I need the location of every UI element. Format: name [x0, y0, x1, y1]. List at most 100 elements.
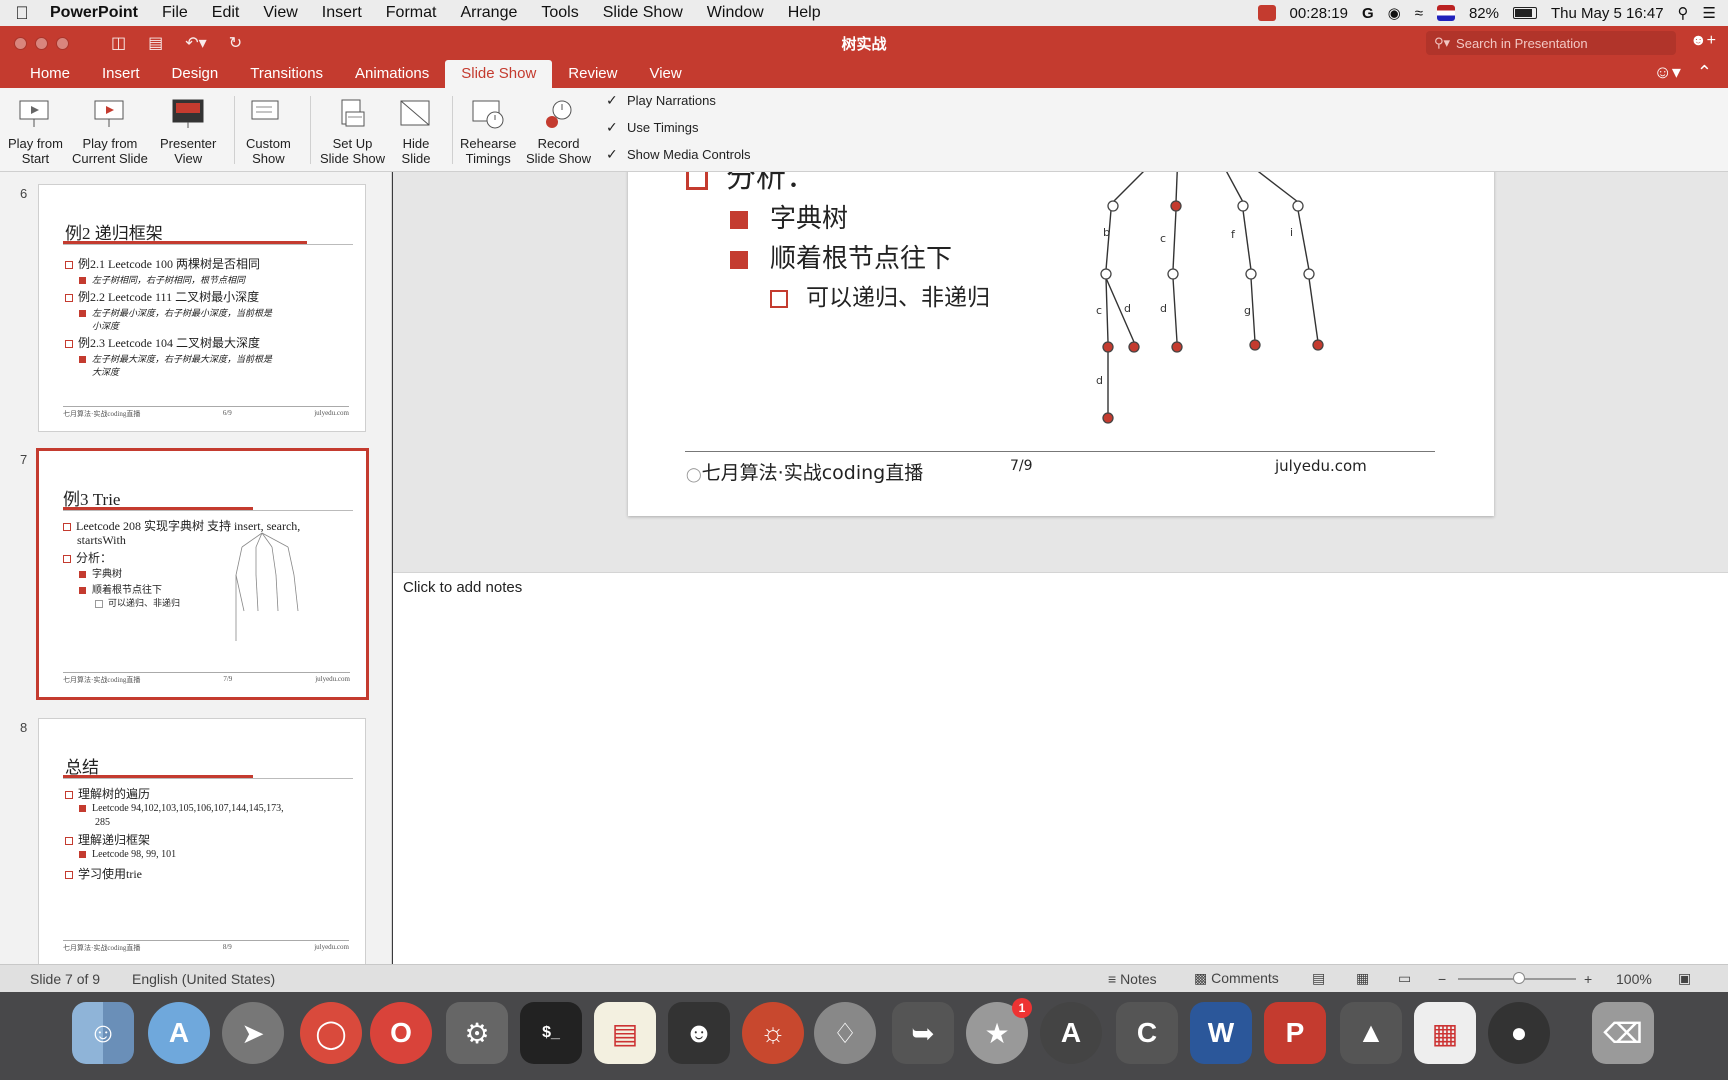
collapse-ribbon-icon[interactable]: ⌃: [1697, 62, 1712, 83]
notes-toggle-button[interactable]: ≡ Notes: [1108, 971, 1157, 987]
preview-icon[interactable]: ➥: [892, 1002, 954, 1064]
app-store-icon[interactable]: A: [148, 1002, 210, 1064]
wechat-icon[interactable]: ♢: [814, 1002, 876, 1064]
zoom-in-button[interactable]: +: [1584, 971, 1592, 987]
tab-insert[interactable]: Insert: [86, 60, 156, 88]
close-window-button[interactable]: [14, 36, 27, 50]
redo-icon[interactable]: ↻: [229, 33, 242, 53]
tab-home[interactable]: Home: [14, 60, 86, 88]
word-icon[interactable]: W: [1190, 1002, 1252, 1064]
comments-toggle-button[interactable]: ▩ Comments: [1194, 970, 1279, 987]
slide-editing-area[interactable]: 分析： 字典树 顺着根节点往下 可以递归、非递归 b c f i c d d g…: [393, 172, 1728, 572]
reading-view-icon[interactable]: ▭: [1398, 970, 1411, 987]
powerpoint-icon[interactable]: P: [1264, 1002, 1326, 1064]
svg-text:f: f: [1231, 228, 1236, 241]
status-app-icon[interactable]: ◉: [1388, 4, 1401, 22]
slide-bullet-2[interactable]: 顺着根节点往下: [730, 238, 952, 275]
slide-thumbnail-6[interactable]: 例2 递归框架 例2.1 Leetcode 100 两棵树是否相同 左子树相同，…: [38, 184, 366, 432]
qq-icon[interactable]: ☻: [668, 1002, 730, 1064]
klokki-icon[interactable]: ▲: [1340, 1002, 1402, 1064]
apple-menu-icon[interactable]: : [0, 3, 44, 24]
undo-icon[interactable]: ↶▾: [185, 33, 206, 53]
menu-insert[interactable]: Insert: [310, 4, 374, 22]
status-bar: Slide 7 of 9 English (United States) ≡ N…: [0, 964, 1728, 992]
menu-slide-show[interactable]: Slide Show: [591, 4, 695, 22]
menubar-clock[interactable]: Thu May 5 16:47: [1551, 5, 1664, 22]
slide-thumbnail-8[interactable]: 总结 理解树的遍历 Leetcode 94,102,103,105,106,10…: [38, 718, 366, 964]
terminal-icon[interactable]: $_: [520, 1002, 582, 1064]
fit-to-window-icon[interactable]: ▣: [1678, 970, 1691, 987]
sidebar-toggle-icon[interactable]: ◫: [111, 33, 126, 53]
thumbnail-footer: 七月算法·实战coding直播 6/9 julyedu.com: [63, 406, 349, 419]
trash-icon[interactable]: ⌫: [1592, 1002, 1654, 1064]
slide-heading[interactable]: 分析：: [686, 172, 816, 196]
play-from-current-button[interactable]: Play from Current Slide: [72, 96, 148, 166]
menu-help[interactable]: Help: [776, 4, 833, 22]
notification-center-icon[interactable]: ☰: [1703, 4, 1716, 22]
feedback-smiley-icon[interactable]: ☺▾: [1653, 62, 1680, 83]
normal-view-icon[interactable]: ▤: [1312, 970, 1325, 987]
tab-slide-show[interactable]: Slide Show: [445, 60, 553, 88]
setup-slideshow-button[interactable]: Set Up Slide Show: [320, 96, 385, 166]
coderunner-icon[interactable]: C: [1116, 1002, 1178, 1064]
notes-placeholder[interactable]: Click to add notes: [403, 579, 522, 596]
calendar-icon[interactable]: ▦: [1414, 1002, 1476, 1064]
wifi-icon[interactable]: ≈: [1415, 5, 1423, 22]
tab-design[interactable]: Design: [156, 60, 235, 88]
tab-review[interactable]: Review: [552, 60, 633, 88]
rehearse-timings-button[interactable]: Rehearse Timings: [460, 96, 516, 166]
search-presentation-input[interactable]: ⚲▾ Search in Presentation: [1426, 31, 1676, 55]
launchpad-icon[interactable]: ➤: [222, 1002, 284, 1064]
zoom-level[interactable]: 100%: [1616, 971, 1652, 987]
zoom-window-button[interactable]: [56, 36, 69, 50]
finder-icon[interactable]: ☺: [72, 1002, 134, 1064]
tab-animations[interactable]: Animations: [339, 60, 445, 88]
current-slide[interactable]: 分析： 字典树 顺着根节点往下 可以递归、非递归 b c f i c d d g…: [628, 172, 1494, 516]
presenter-view-button[interactable]: Presenter View: [160, 96, 216, 166]
use-timings-checkbox[interactable]: ✓ Use Timings: [606, 120, 699, 135]
tab-transitions[interactable]: Transitions: [234, 60, 339, 88]
language-indicator[interactable]: English (United States): [132, 971, 275, 987]
spotlight-icon[interactable]: ⚲: [1678, 4, 1689, 22]
zoom-slider-knob[interactable]: [1513, 972, 1525, 984]
slide-sorter-icon[interactable]: ▦: [1356, 970, 1369, 987]
slide-bullet-1[interactable]: 字典树: [730, 198, 848, 235]
menu-view[interactable]: View: [251, 4, 309, 22]
macos-menubar:  PowerPoint File Edit View Insert Forma…: [0, 0, 1728, 26]
share-user-icon[interactable]: ☻+: [1690, 32, 1716, 50]
slide-thumbnail-7-selected[interactable]: 例3 Trie Leetcode 208 实现字典树 支持 insert, se…: [36, 448, 369, 700]
menu-file[interactable]: File: [150, 4, 200, 22]
keychain-icon[interactable]: ★ 1: [966, 998, 1032, 1064]
github-icon[interactable]: ●: [1488, 1002, 1550, 1064]
battery-icon[interactable]: [1512, 7, 1537, 19]
menu-arrange[interactable]: Arrange: [448, 4, 529, 22]
system-preferences-icon[interactable]: ⚙: [446, 1002, 508, 1064]
menu-format[interactable]: Format: [374, 4, 449, 22]
opera-icon[interactable]: O: [370, 1002, 432, 1064]
save-icon[interactable]: ▤: [148, 33, 163, 53]
play-from-start-button[interactable]: Play from Start: [8, 96, 63, 166]
menu-window[interactable]: Window: [695, 4, 776, 22]
menu-app-name[interactable]: PowerPoint: [44, 4, 150, 22]
firefox-icon[interactable]: ☼: [742, 1002, 804, 1064]
custom-show-button[interactable]: Custom Show: [246, 96, 291, 166]
slide-thumbnails-pane[interactable]: 6 例2 递归框架 例2.1 Leetcode 100 两棵树是否相同 左子树相…: [0, 172, 392, 964]
zoom-out-button[interactable]: −: [1438, 971, 1446, 987]
tab-view[interactable]: View: [633, 60, 697, 88]
google-icon[interactable]: G: [1362, 5, 1374, 22]
notes-app-icon[interactable]: ▤: [594, 1002, 656, 1064]
show-media-controls-checkbox[interactable]: ✓ Show Media Controls: [606, 147, 751, 162]
menu-tools[interactable]: Tools: [529, 4, 590, 22]
notes-pane[interactable]: Click to add notes: [393, 572, 1728, 964]
play-narrations-checkbox[interactable]: ✓ Play Narrations: [606, 93, 716, 108]
screen-recorder-icon[interactable]: [1257, 5, 1276, 21]
trie-diagram[interactable]: b e h b c f i c d d g d: [1068, 172, 1348, 442]
hide-slide-button[interactable]: Hide Slide: [398, 96, 434, 166]
menu-edit[interactable]: Edit: [200, 4, 252, 22]
minimize-window-button[interactable]: [35, 36, 48, 50]
input-flag-icon[interactable]: [1436, 5, 1455, 21]
record-slideshow-button[interactable]: Record Slide Show: [526, 96, 591, 166]
slide-sub-bullet-1[interactable]: 可以递归、非递归: [770, 278, 990, 312]
chrome-icon[interactable]: ◯: [300, 1002, 362, 1064]
instruments-icon[interactable]: A: [1040, 1002, 1102, 1064]
